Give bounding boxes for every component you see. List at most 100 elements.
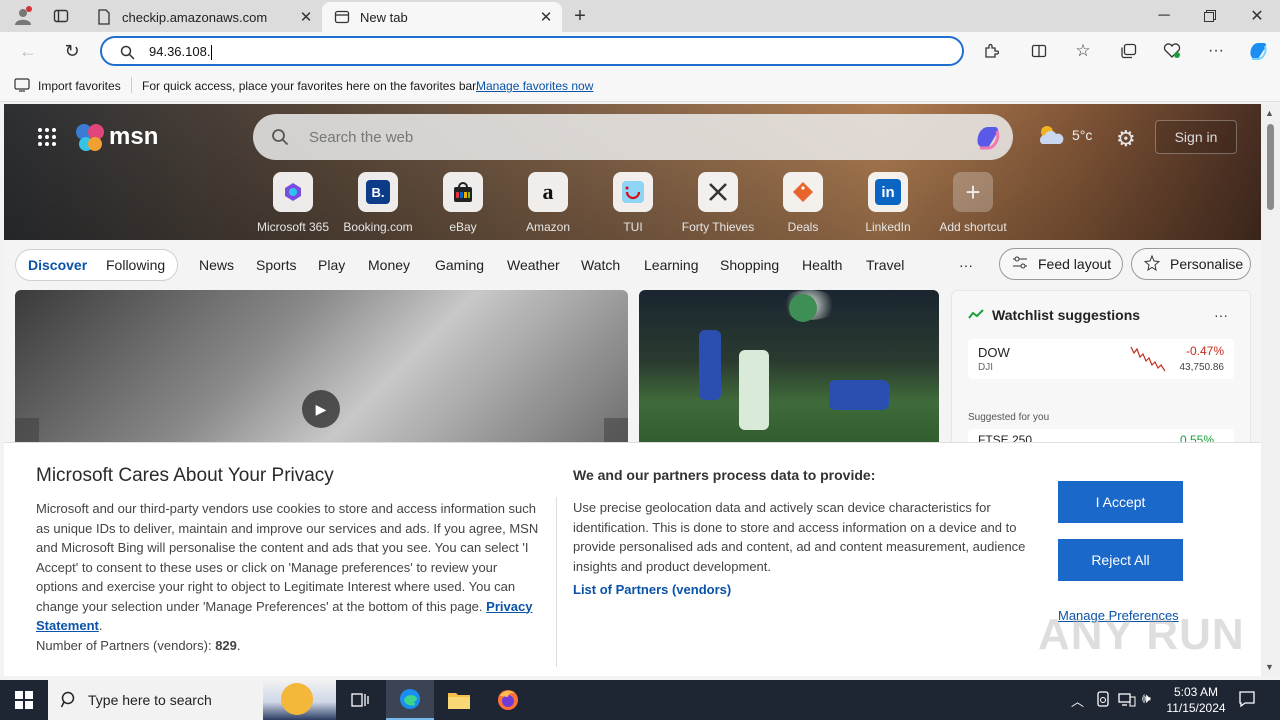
shortcut-label: Booking.com (343, 220, 413, 234)
personalise-button[interactable]: Personalise (1131, 248, 1251, 280)
microsoft-365-icon (273, 172, 313, 212)
close-tab-icon[interactable]: ✕ (536, 7, 556, 27)
split-screen-icon[interactable] (1028, 40, 1050, 62)
msn-butterfly-icon (76, 124, 104, 151)
network-icon[interactable] (1118, 691, 1136, 712)
nav-more-icon[interactable]: ··· (959, 257, 973, 273)
feed-toggle: Discover Following (15, 249, 178, 281)
tab-checkip[interactable]: checkip.amazonaws.com ✕ (84, 2, 322, 32)
settings-gear-icon[interactable]: ⚙ (1116, 126, 1136, 152)
window-close-icon[interactable]: ✕ (1243, 4, 1271, 28)
clock-time: 5:03 AM (1173, 685, 1219, 699)
shortcut-ebay[interactable]: eBay (421, 172, 505, 234)
taskbar: Type here to search ︿ 🕪 5:03 AM 11/15/20… (0, 680, 1280, 720)
scroll-down-icon[interactable]: ▼ (1265, 662, 1274, 672)
search-highlight-image (263, 680, 336, 720)
booking-icon: B. (358, 172, 398, 212)
browser-essentials-icon[interactable] (1161, 40, 1183, 62)
collections-icon[interactable] (1117, 40, 1139, 62)
tray-device-icon[interactable] (1096, 691, 1110, 712)
shortcut-add[interactable]: + Add shortcut (931, 172, 1015, 234)
scroll-thumb[interactable] (1267, 124, 1274, 210)
favorites-star-icon[interactable]: ☆ (1072, 40, 1094, 62)
close-tab-icon[interactable]: ✕ (296, 7, 316, 27)
nav-learning[interactable]: Learning (644, 257, 699, 273)
address-text[interactable]: 94.36.108. (149, 44, 213, 61)
file-explorer-button[interactable] (435, 680, 483, 720)
import-favorites-icon[interactable] (14, 78, 30, 95)
nav-travel[interactable]: Travel (866, 257, 904, 273)
reject-all-button[interactable]: Reject All (1058, 539, 1183, 581)
divider (556, 497, 557, 667)
volume-icon[interactable]: 🕪 (1142, 690, 1151, 707)
tray-overflow-icon[interactable]: ︿ (1071, 691, 1084, 710)
extensions-icon[interactable] (980, 40, 1002, 62)
edge-taskbar-button[interactable] (386, 680, 434, 720)
manage-favorites-link[interactable]: Manage favorites now (476, 79, 593, 93)
shortcut-forty-thieves[interactable]: Forty Thieves (676, 172, 760, 234)
taskbar-clock[interactable]: 5:03 AM 11/15/2024 (1160, 684, 1232, 716)
firefox-taskbar-button[interactable] (484, 680, 532, 720)
weather-widget[interactable]: 5°c (1036, 124, 1092, 146)
notifications-icon[interactable] (1238, 690, 1256, 713)
nav-play[interactable]: Play (318, 257, 345, 273)
import-favorites-button[interactable]: Import favorites (38, 79, 121, 93)
sign-in-label: Sign in (1174, 129, 1218, 145)
shortcut-linkedin[interactable]: in LinkedIn (846, 172, 930, 234)
address-bar[interactable]: 94.36.108. (100, 36, 964, 66)
watchlist-more-icon[interactable]: ··· (1214, 307, 1228, 323)
stock-row[interactable]: DOW DJI -0.47% 43,750.86 (968, 339, 1234, 379)
back-icon[interactable]: ← (16, 40, 40, 62)
shortcut-booking[interactable]: B. Booking.com (336, 172, 420, 234)
weather-temp: 5°c (1072, 127, 1093, 143)
new-tab-plus-icon[interactable]: + (568, 4, 592, 28)
profile-icon[interactable] (10, 4, 36, 28)
app-launcher-icon[interactable] (38, 128, 56, 146)
copilot-icon[interactable] (1245, 39, 1271, 63)
refresh-icon[interactable]: ↻ (60, 40, 84, 62)
tab-discover[interactable]: Discover (28, 257, 87, 273)
minimize-icon[interactable]: ─ (1150, 4, 1178, 28)
sign-in-button[interactable]: Sign in (1155, 120, 1237, 154)
task-view-icon (351, 693, 369, 707)
shortcut-label: LinkedIn (865, 220, 911, 234)
partners-list-link[interactable]: List of Partners (vendors) (573, 582, 731, 597)
more-menu-icon[interactable]: ··· (1205, 40, 1227, 62)
shortcut-tui[interactable]: TUI (591, 172, 675, 234)
shortcut-amazon[interactable]: a Amazon (506, 172, 590, 234)
feed-layout-button[interactable]: Feed layout (999, 248, 1123, 280)
web-search-box[interactable]: Search the web (253, 114, 1013, 160)
privacy-text: Microsoft and our third-party vendors us… (36, 501, 539, 614)
feed-layout-label: Feed layout (1038, 256, 1112, 272)
nav-shopping[interactable]: Shopping (720, 257, 779, 273)
shortcut-deals[interactable]: Deals (761, 172, 845, 234)
tab-new-tab[interactable]: New tab ✕ (322, 2, 562, 32)
copilot-icon[interactable] (973, 122, 1003, 157)
watchlist-card: Watchlist suggestions ··· DOW DJI -0.47%… (951, 290, 1251, 450)
accept-button[interactable]: I Accept (1058, 481, 1183, 523)
privacy-title: Microsoft Cares About Your Privacy (36, 465, 334, 486)
nav-money[interactable]: Money (368, 257, 410, 273)
page-scrollbar[interactable]: ▲ ▼ (1261, 104, 1280, 676)
sports-news-card[interactable] (639, 290, 939, 450)
msn-logo[interactable]: msn (74, 122, 158, 152)
shortcut-microsoft-365[interactable]: Microsoft 365 (251, 172, 335, 234)
video-card[interactable]: ▶ (15, 290, 628, 450)
restore-icon[interactable] (1196, 4, 1224, 28)
tab-following[interactable]: Following (106, 257, 165, 273)
scroll-up-icon[interactable]: ▲ (1265, 108, 1274, 118)
player-figure (829, 380, 889, 410)
nav-health[interactable]: Health (802, 257, 842, 273)
purpose-title: We and our partners process data to prov… (573, 467, 876, 483)
taskbar-search-box[interactable]: Type here to search (48, 680, 336, 720)
nav-sports[interactable]: Sports (256, 257, 296, 273)
firefox-icon (498, 690, 518, 710)
start-button[interactable] (0, 680, 48, 720)
nav-weather[interactable]: Weather (507, 257, 560, 273)
nav-news[interactable]: News (199, 257, 234, 273)
tab-actions-icon[interactable] (48, 4, 74, 28)
nav-watch[interactable]: Watch (581, 257, 620, 273)
task-view-button[interactable] (336, 680, 384, 720)
nav-gaming[interactable]: Gaming (435, 257, 484, 273)
play-icon[interactable]: ▶ (302, 390, 340, 428)
